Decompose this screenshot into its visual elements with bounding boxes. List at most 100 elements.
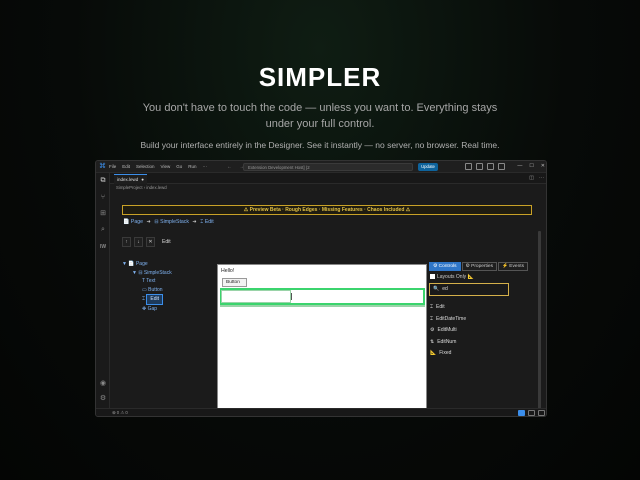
edit-cursor-icon: ⌶ — [142, 296, 146, 302]
maximize-button[interactable]: ☐ — [529, 163, 533, 169]
canvas-edit-field[interactable] — [221, 290, 291, 303]
search-value: ed — [442, 286, 448, 292]
settings-gear-icon[interactable]: ⚙ — [99, 395, 107, 403]
window-controls: — ☐ ✕ — [517, 163, 545, 169]
title-bar: ⌘ File Edit Selection View Go Run ··· ← … — [96, 161, 546, 173]
menu-file[interactable]: File — [109, 164, 116, 169]
multi-icon: ⚙ — [430, 327, 435, 333]
tree-item-gap[interactable]: ✥ Gap — [122, 305, 172, 314]
designer-editor: ⚠ Preview Beta · Rough Edges · Missing F… — [116, 197, 543, 410]
search-icon: 🔍 — [433, 286, 440, 292]
layout-toggles — [465, 163, 505, 170]
more-actions-icon[interactable]: ··· — [539, 175, 544, 181]
tab-events[interactable]: ⚡ Events — [498, 262, 528, 271]
menu-view[interactable]: View — [161, 164, 171, 169]
control-label: EditDateTime — [436, 315, 467, 322]
designer-icon[interactable]: IW — [99, 243, 107, 251]
extensions-icon[interactable]: ⊞ — [99, 210, 107, 218]
breadcrumb-simplestack[interactable]: SimpleStack — [160, 219, 189, 225]
breadcrumb-arrow-icon: ➜ — [146, 219, 151, 225]
menu-more[interactable]: ··· — [203, 164, 208, 169]
control-item-fixed[interactable]: 📐 Fixed — [430, 348, 469, 360]
ruler-icon: 📐 — [430, 350, 437, 356]
control-label: Fixed — [439, 350, 452, 356]
account-icon[interactable]: ◉ — [99, 380, 107, 388]
vscode-logo-icon: ⌘ — [99, 163, 106, 170]
secondary-sidebar-toggle-icon[interactable] — [498, 163, 505, 170]
problems-status[interactable]: ⊗ 0 ⚠ 0 — [112, 410, 128, 416]
breadcrumb-arrow-icon: ➜ — [192, 219, 197, 225]
control-label: EditMulti — [437, 327, 457, 333]
control-item-editnum[interactable]: ⇅ EditNum — [430, 337, 469, 349]
bell-icon[interactable] — [538, 410, 545, 416]
split-editor-icon[interactable]: ◫ — [529, 175, 534, 181]
control-item-editdatetime[interactable]: ⌶ EditDateTime — [430, 314, 469, 326]
status-bar: ⊗ 0 ⚠ 0 — [96, 408, 546, 416]
stack-icon: ⊟ — [154, 219, 159, 225]
vscode-window: ⌘ File Edit Selection View Go Run ··· ← … — [95, 160, 547, 417]
move-up-button[interactable]: ↑ — [122, 237, 131, 247]
search-icon[interactable]: ⌕ — [99, 226, 107, 234]
selected-element-label: Edit — [162, 239, 171, 245]
activity-bar: ⧉ ⑂ ⊞ ⌕ IW ◉ ⚙ — [96, 173, 110, 408]
layouts-only-label: Layouts Only 📐 — [437, 274, 474, 280]
control-list: ⌶ Edit ⌶ EditDateTime ⚙ EditMulti ⇅ EditNum … — [430, 302, 469, 360]
tab-properties[interactable]: ⚙ Properties — [461, 262, 497, 271]
control-item-editmulti[interactable]: ⚙ EditMulti — [430, 325, 469, 337]
hero-tagline: Build your interface entirely in the Des… — [140, 140, 500, 150]
hero-subtitle: You don't have to touch the code — unles… — [142, 102, 498, 130]
tree-item-edit-row: ⌶ Edit — [122, 294, 172, 305]
panel-toggle-icon[interactable] — [487, 163, 494, 170]
control-item-edit[interactable]: ⌶ Edit — [430, 302, 469, 314]
canvas-hello-text[interactable]: Hello! — [221, 268, 234, 274]
checkbox-box[interactable] — [430, 274, 435, 279]
layouts-only-checkbox[interactable]: Layouts Only 📐 — [430, 274, 474, 280]
edit-cursor-icon: ⌶ — [430, 304, 434, 310]
design-canvas[interactable]: Hello! Button — [217, 264, 427, 410]
delete-button[interactable]: ✕ — [146, 237, 155, 247]
notifications-icon[interactable] — [528, 410, 535, 416]
tree-item-text[interactable]: T Text — [122, 277, 172, 286]
element-toolbar: ↑ ↓ ✕ Edit — [122, 237, 171, 247]
tree-item-simplestack[interactable]: ▼ ⊟ SimpleStack — [122, 269, 172, 278]
sidebar-toggle-icon[interactable] — [476, 163, 483, 170]
modified-dot-icon[interactable]: ● — [141, 177, 144, 182]
copilot-icon[interactable] — [465, 163, 472, 170]
control-search-input[interactable]: 🔍 ed — [429, 283, 509, 296]
hero-title: SIMPLER — [258, 62, 382, 92]
minimize-button[interactable]: — — [517, 163, 522, 169]
resize-handle[interactable] — [291, 293, 292, 300]
drop-indicator — [220, 305, 425, 307]
edit-cursor-icon: ⌶ — [200, 219, 204, 225]
remote-icon[interactable] — [518, 410, 525, 416]
command-center-search[interactable]: Extension Development Host] (2 — [243, 163, 413, 171]
close-button[interactable]: ✕ — [541, 163, 545, 169]
update-button[interactable]: Update — [418, 163, 438, 171]
menu-edit[interactable]: Edit — [122, 164, 130, 169]
tree-item-button[interactable]: ▭ Button — [122, 286, 172, 295]
menu-run[interactable]: Run — [188, 164, 196, 169]
move-down-button[interactable]: ↓ — [134, 237, 143, 247]
menu-go[interactable]: Go — [176, 164, 182, 169]
editor-actions: ◫ ··· — [529, 175, 544, 181]
breadcrumb-edit[interactable]: Edit — [205, 219, 214, 225]
canvas-button[interactable]: Button — [222, 278, 247, 287]
vertical-scrollbar[interactable] — [538, 231, 541, 409]
edit-cursor-icon: ⌶ — [430, 315, 434, 322]
explorer-icon[interactable]: ⧉ — [99, 177, 107, 185]
file-breadcrumb[interactable]: SimpleProject › index.lewd — [116, 185, 167, 190]
tab-controls[interactable]: ⚙ Controls — [429, 262, 461, 271]
source-control-icon[interactable]: ⑂ — [99, 194, 107, 202]
tree-item-page[interactable]: ▼ 📄 Page — [122, 260, 172, 269]
numeric-icon: ⇅ — [430, 338, 435, 345]
tab-label: index.lewd — [117, 177, 139, 182]
breadcrumb-page[interactable]: Page — [131, 219, 143, 225]
panel-tabs: ⚙ Controls ⚙ Properties ⚡ Events — [429, 262, 541, 271]
page-breadcrumb: 📄 Page ➜ ⊟ SimpleStack ➜ ⌶ Edit — [123, 219, 214, 226]
control-label: Edit — [436, 304, 445, 310]
toolbox-panel: ⚙ Controls ⚙ Properties ⚡ Events Layouts… — [429, 262, 541, 362]
tree-item-edit[interactable]: Edit — [146, 294, 164, 305]
status-right-icons — [518, 410, 545, 416]
menu-selection[interactable]: Selection — [136, 164, 155, 169]
tab-index-lewd[interactable]: index.lewd ● — [114, 174, 147, 184]
